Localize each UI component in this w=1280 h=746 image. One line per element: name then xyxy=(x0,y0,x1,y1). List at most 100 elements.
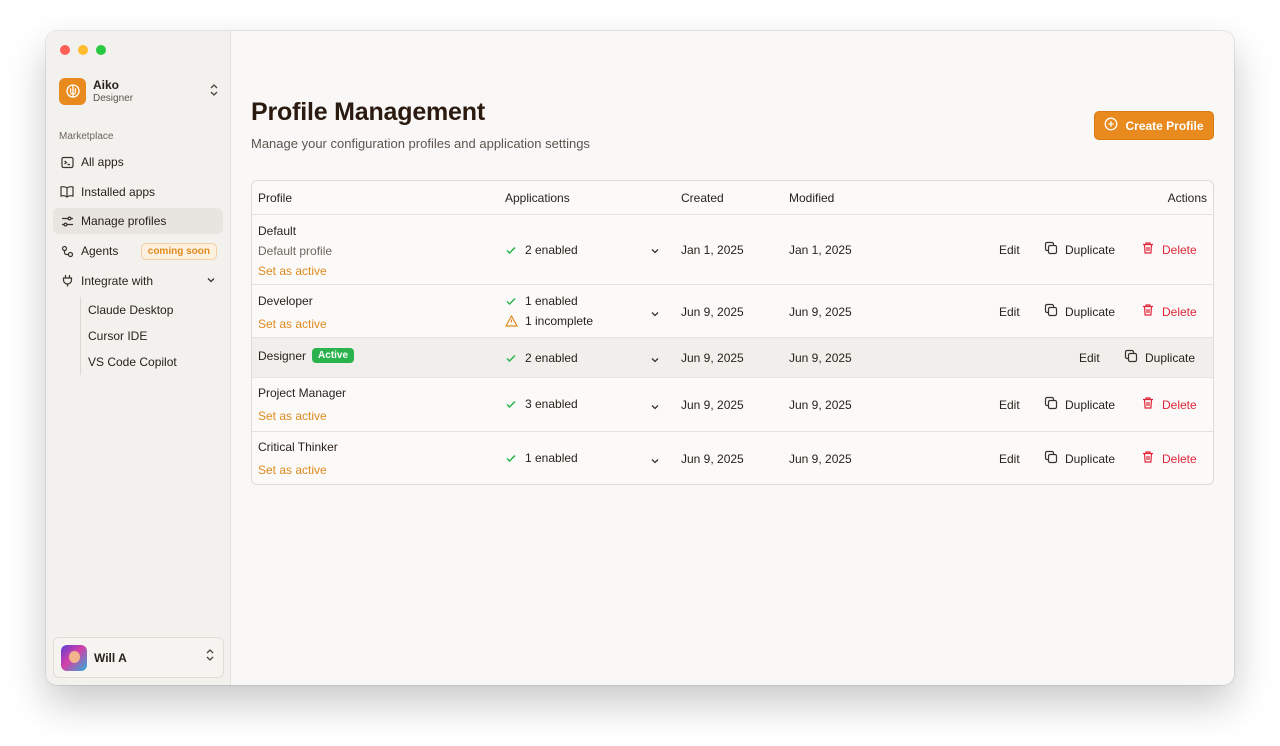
chevron-down-icon[interactable] xyxy=(650,243,660,261)
table-row: Default Default profile Set as active 2 … xyxy=(252,214,1213,284)
set-active-link[interactable]: Set as active xyxy=(258,317,327,331)
check-icon xyxy=(505,244,519,256)
book-icon xyxy=(60,185,74,199)
table-row: Project Manager Set as active 3 enabled … xyxy=(252,377,1213,431)
chevron-down-icon[interactable] xyxy=(206,274,216,288)
check-icon xyxy=(505,398,519,410)
header-modified: Modified xyxy=(789,191,835,205)
set-active-link[interactable]: Set as active xyxy=(258,463,327,477)
delete-button[interactable]: Delete xyxy=(1141,450,1197,467)
apps-enabled: 2 enabled xyxy=(525,351,578,365)
check-icon xyxy=(505,295,519,307)
integration-cursor-ide[interactable]: Cursor IDE xyxy=(88,323,223,349)
sidebar: Aiko Designer Marketplace All apps Insta… xyxy=(46,31,231,685)
applications-status: 3 enabled xyxy=(505,394,578,414)
chevron-updown-icon xyxy=(205,648,215,667)
section-label-marketplace: Marketplace xyxy=(59,131,114,142)
sidebar-item-label: Installed apps xyxy=(81,184,156,199)
window-controls xyxy=(60,45,106,55)
duplicate-button[interactable]: Duplicate xyxy=(1044,241,1115,258)
modified-date: Jun 9, 2025 xyxy=(789,398,852,412)
edit-button[interactable]: Edit xyxy=(999,243,1020,257)
edit-button[interactable]: Edit xyxy=(999,398,1020,412)
delete-label: Delete xyxy=(1162,304,1197,319)
sidebar-item-label: All apps xyxy=(81,155,124,169)
chevron-down-icon[interactable] xyxy=(650,453,660,471)
apps-enabled: 3 enabled xyxy=(525,397,578,411)
apps-incomplete: 1 incomplete xyxy=(525,314,594,328)
integration-vs-code-copilot[interactable]: VS Code Copilot xyxy=(88,349,223,375)
sidebar-item-agents[interactable]: Agents coming soon xyxy=(53,238,223,264)
header-profile: Profile xyxy=(258,191,293,205)
duplicate-label: Duplicate xyxy=(1145,350,1196,365)
chevron-down-icon[interactable] xyxy=(650,306,660,324)
duplicate-label: Duplicate xyxy=(1065,397,1116,412)
org-name: Aiko xyxy=(93,77,120,92)
duplicate-button[interactable]: Duplicate xyxy=(1044,303,1115,320)
page-title: Profile Management xyxy=(251,98,485,126)
check-icon xyxy=(505,352,519,364)
header-applications: Applications xyxy=(505,191,570,205)
modified-date: Jun 9, 2025 xyxy=(789,305,852,319)
created-date: Jun 9, 2025 xyxy=(681,305,744,319)
org-switcher[interactable]: Aiko Designer xyxy=(59,77,219,105)
sidebar-item-integrate-with[interactable]: Integrate with xyxy=(53,268,223,294)
set-active-link[interactable]: Set as active xyxy=(258,264,327,278)
duplicate-button[interactable]: Duplicate xyxy=(1044,450,1115,467)
sliders-icon xyxy=(60,214,74,228)
plug-icon xyxy=(60,274,74,288)
edit-button[interactable]: Edit xyxy=(999,452,1020,466)
apps-enabled: 1 enabled xyxy=(525,451,578,465)
check-icon xyxy=(505,452,519,464)
active-badge: Active xyxy=(312,348,355,363)
table-row: Critical Thinker Set as active 1 enabled… xyxy=(252,431,1213,484)
minimize-window-button[interactable] xyxy=(78,45,88,55)
profile-name: Project Manager xyxy=(258,386,347,400)
org-role: Designer xyxy=(93,92,134,104)
close-window-button[interactable] xyxy=(60,45,70,55)
delete-button[interactable]: Delete xyxy=(1141,241,1197,258)
edit-button[interactable]: Edit xyxy=(1079,351,1100,365)
sidebar-item-label: Agents xyxy=(81,244,119,259)
chevron-down-icon[interactable] xyxy=(650,352,660,370)
apps-enabled: 1 enabled xyxy=(525,294,578,308)
header-created: Created xyxy=(681,191,724,205)
delete-label: Delete xyxy=(1162,451,1197,466)
zoom-window-button[interactable] xyxy=(96,45,106,55)
applications-status: 2 enabled xyxy=(505,348,578,368)
create-profile-button[interactable]: Create Profile xyxy=(1094,111,1214,140)
delete-label: Delete xyxy=(1162,242,1197,257)
sidebar-item-all-apps[interactable]: All apps xyxy=(53,149,223,175)
page-subtitle: Manage your configuration profiles and a… xyxy=(251,136,590,151)
duplicate-button[interactable]: Duplicate xyxy=(1124,349,1195,366)
applications-status: 1 enabled xyxy=(505,448,578,468)
sidebar-item-label: Manage profiles xyxy=(81,214,167,229)
delete-button[interactable]: Delete xyxy=(1141,303,1197,320)
chevron-down-icon[interactable] xyxy=(650,399,660,417)
sidebar-item-installed-apps[interactable]: Installed apps xyxy=(53,179,223,205)
copy-icon xyxy=(1044,450,1058,467)
copy-icon xyxy=(1124,349,1138,366)
brain-icon xyxy=(59,77,86,105)
profile-name: Developer xyxy=(258,294,313,308)
applications-status: 2 enabled xyxy=(505,240,578,260)
duplicate-label: Duplicate xyxy=(1065,304,1116,319)
integration-claude-desktop[interactable]: Claude Desktop xyxy=(88,297,223,323)
delete-button[interactable]: Delete xyxy=(1141,396,1197,413)
user-switcher[interactable]: Will A xyxy=(53,637,224,678)
user-name: Will A xyxy=(94,650,127,665)
delete-label: Delete xyxy=(1162,397,1197,412)
duplicate-label: Duplicate xyxy=(1065,451,1116,466)
table-header: Profile Applications Created Modified Ac… xyxy=(252,181,1213,214)
sidebar-item-manage-profiles[interactable]: Manage profiles xyxy=(53,208,223,235)
plus-circle-icon xyxy=(1104,117,1118,134)
table-row: Designer Active 2 enabled Jun 9, 2025 Ju… xyxy=(252,337,1213,377)
duplicate-button[interactable]: Duplicate xyxy=(1044,396,1115,413)
trash-icon xyxy=(1141,396,1155,413)
trash-icon xyxy=(1141,241,1155,258)
modified-date: Jun 9, 2025 xyxy=(789,351,852,365)
set-active-link[interactable]: Set as active xyxy=(258,409,327,423)
modified-date: Jun 9, 2025 xyxy=(789,452,852,466)
copy-icon xyxy=(1044,303,1058,320)
edit-button[interactable]: Edit xyxy=(999,305,1020,319)
